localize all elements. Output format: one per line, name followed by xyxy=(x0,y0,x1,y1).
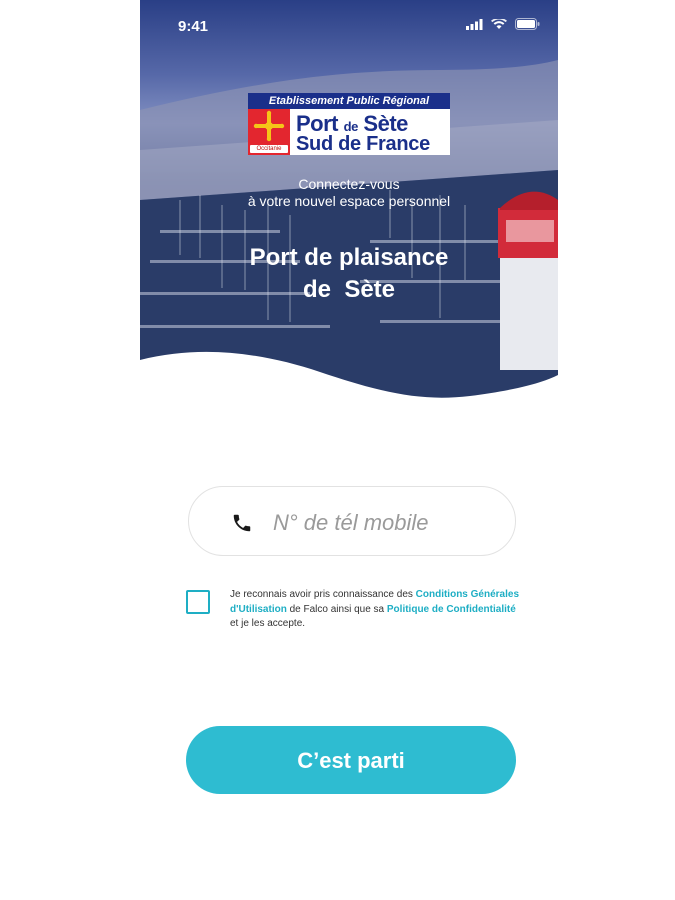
hero-title-line1: Port de plaisance xyxy=(249,244,449,271)
logo-wordmark: Port de Sète Sud de France xyxy=(290,109,450,155)
status-icons xyxy=(466,18,540,30)
phone-field[interactable] xyxy=(188,486,516,556)
hero-subtitle-line2: à votre nouvel espace personnel xyxy=(247,193,451,209)
hero-subtitle: Connectez-vous à votre nouvel espace per… xyxy=(140,176,558,210)
logo-line2: Sud de France xyxy=(296,133,430,155)
privacy-link[interactable]: Politique de Confidentialité xyxy=(387,604,516,615)
hero-subtitle-line1: Connectez-vous xyxy=(298,176,400,192)
logo-word-de: de xyxy=(343,119,359,134)
occitanie-cross-icon: Occitanie xyxy=(248,109,290,155)
wifi-icon xyxy=(491,18,507,29)
consent-text-part1: Je reconnais avoir pris connaissance des xyxy=(230,589,416,600)
phone-icon xyxy=(233,514,251,532)
app-screen: 9:41 Etablissement Public Régional Occit… xyxy=(140,0,558,900)
port-sete-logo: Etablissement Public Régional Occitanie … xyxy=(248,93,450,157)
consent-text-part3: et je les accepte. xyxy=(230,618,306,629)
hero-title: Port de plaisance de Sète xyxy=(140,242,558,306)
logo-badge-label: Occitanie xyxy=(250,145,288,153)
battery-icon xyxy=(515,18,540,30)
hero-banner: 9:41 Etablissement Public Régional Occit… xyxy=(140,0,558,412)
status-bar: 9:41 xyxy=(140,0,558,50)
status-time: 9:41 xyxy=(178,18,209,35)
signal-icon xyxy=(466,18,483,30)
logo-band: Etablissement Public Régional xyxy=(248,93,450,109)
consent-text: Je reconnais avoir pris connaissance des… xyxy=(230,588,520,632)
consent-row: Je reconnais avoir pris connaissance des… xyxy=(186,588,526,638)
phone-input[interactable] xyxy=(271,505,495,541)
start-button[interactable]: C’est parti xyxy=(186,726,516,794)
hero-title-line2: de Sète xyxy=(302,276,396,303)
consent-text-part2: de Falco ainsi que sa xyxy=(286,603,387,615)
consent-checkbox[interactable] xyxy=(186,590,210,614)
